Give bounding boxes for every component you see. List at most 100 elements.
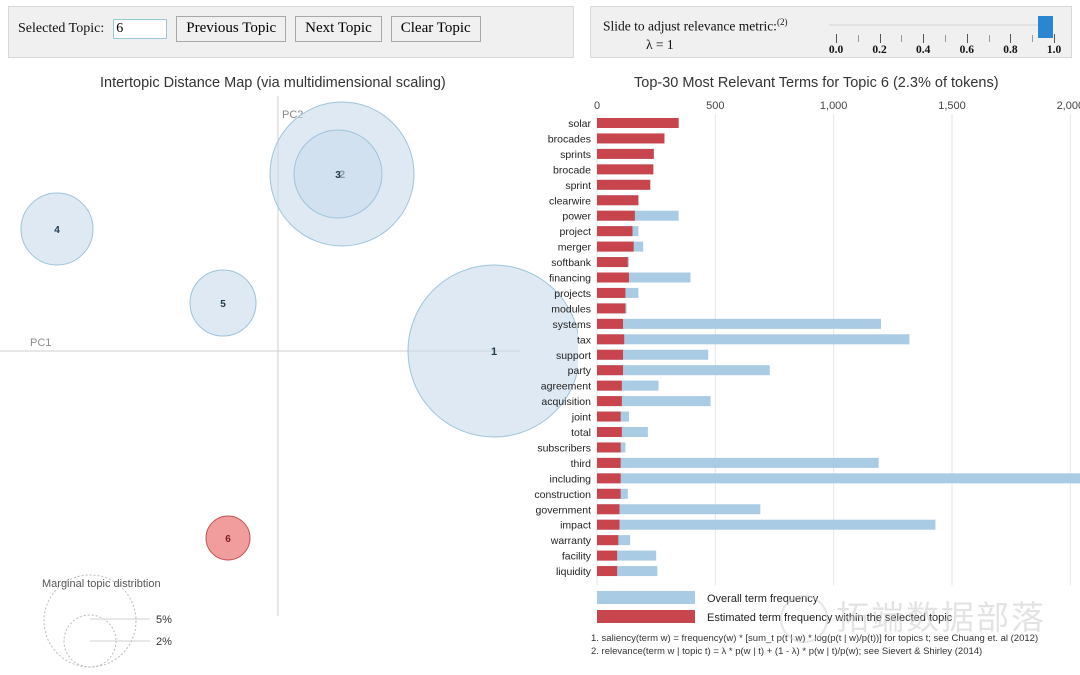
term-label[interactable]: total [571,427,591,439]
barchart-row[interactable]: tax [577,334,910,346]
term-label[interactable]: brocade [553,164,591,176]
topic-frequency-bar[interactable] [597,473,621,484]
barchart-row[interactable]: total [571,427,648,439]
slider-handle[interactable] [1038,16,1053,38]
topic-frequency-bar[interactable] [597,411,621,422]
overall-frequency-bar[interactable] [597,334,910,345]
topic-frequency-bar[interactable] [597,566,618,577]
barchart-row[interactable]: modules [551,303,627,315]
term-label[interactable]: impact [560,520,591,532]
barchart-row[interactable]: sprints [560,148,654,161]
topic-frequency-bar[interactable] [597,179,651,190]
barchart-row[interactable]: third [571,457,879,470]
term-label[interactable]: merger [558,242,592,254]
topic-frequency-bar[interactable] [597,133,665,144]
barchart-row[interactable]: financing [549,272,691,285]
barchart-row[interactable]: project [559,226,639,238]
barchart-row[interactable]: subscribers [537,442,626,454]
topic-frequency-bar[interactable] [597,349,624,360]
term-label[interactable]: tax [577,334,592,346]
topic-frequency-bar[interactable] [597,118,679,128]
overall-frequency-bar[interactable] [597,318,881,329]
topic-frequency-bar[interactable] [597,226,633,237]
intertopic-distance-map[interactable]: PC1PC2123456Marginal topic distribtion2%… [0,96,578,674]
term-label[interactable]: government [536,504,592,516]
term-label[interactable]: brocades [548,133,591,145]
topic-frequency-bar[interactable] [597,442,621,453]
barchart-row[interactable]: sprint [565,179,651,192]
topic-frequency-bar[interactable] [597,519,620,530]
barchart-row[interactable]: systems [552,318,881,331]
topic-circle-6[interactable]: 6 [205,515,251,561]
term-label[interactable]: third [571,458,592,470]
topic-frequency-bar[interactable] [597,396,622,407]
topic-frequency-bar[interactable] [597,488,621,499]
term-label[interactable]: liquidity [556,566,592,578]
topic-frequency-bar[interactable] [597,195,639,206]
term-label[interactable]: sprint [565,180,591,192]
term-label[interactable]: including [550,473,592,485]
topic-frequency-bar[interactable] [597,164,654,175]
barchart-row[interactable]: brocade [553,164,654,176]
topic-frequency-bar[interactable] [597,287,626,298]
topic-circle-5[interactable]: 5 [189,269,257,337]
term-label[interactable]: acquisition [541,396,591,408]
slider-track[interactable] [829,24,1047,26]
barchart-row[interactable]: warranty [550,535,631,547]
barchart-row[interactable]: projects [554,287,639,300]
top-terms-barchart[interactable]: 0 500 1,000 1,500 2,000 solar brocades sprints b… [520,96,1080,674]
previous-topic-button[interactable]: Previous Topic [176,16,287,42]
topic-frequency-bar[interactable] [597,334,625,345]
term-label[interactable]: solar [568,118,591,130]
barchart-row[interactable]: liquidity [556,566,658,578]
topic-frequency-bar[interactable] [597,380,622,391]
barchart-row[interactable]: support [556,349,709,362]
overall-frequency-bar[interactable] [597,457,879,468]
topic-frequency-bar[interactable] [597,318,624,329]
barchart-row[interactable]: acquisition [541,396,711,408]
term-label[interactable]: warranty [550,535,592,547]
clear-topic-button[interactable]: Clear Topic [390,16,481,42]
overall-frequency-bar[interactable] [597,473,1080,484]
barchart-row[interactable]: including [550,473,1080,485]
selected-topic-input[interactable] [113,18,168,39]
term-label[interactable]: modules [551,303,591,315]
topic-frequency-bar[interactable] [597,550,618,561]
barchart-row[interactable]: power [562,210,679,223]
topic-circle-4[interactable]: 4 [20,192,94,266]
term-label[interactable]: party [568,365,592,377]
barchart-row[interactable]: joint [571,411,629,424]
term-label[interactable]: projects [554,288,591,300]
topic-frequency-bar[interactable] [597,457,621,468]
barchart-row[interactable]: government [536,504,761,516]
barchart-row[interactable]: party [568,365,770,377]
term-label[interactable]: support [556,350,591,362]
term-label[interactable]: project [559,226,591,238]
term-label[interactable]: power [562,211,591,223]
barchart-row[interactable]: impact [560,519,936,532]
term-label[interactable]: softbank [551,257,591,269]
topic-frequency-bar[interactable] [597,210,635,221]
next-topic-button[interactable]: Next Topic [295,16,382,42]
topic-frequency-bar[interactable] [597,303,626,314]
barchart-row[interactable]: brocades [548,133,665,145]
term-label[interactable]: construction [534,489,591,501]
barchart-row[interactable]: facility [562,550,657,563]
term-label[interactable]: financing [549,273,591,285]
term-label[interactable]: agreement [541,381,591,393]
relevance-slider[interactable]: 0.0 0.2 0.4 0.6 0.8 1.0 [829,16,1061,56]
term-label[interactable]: systems [552,319,591,331]
barchart-row[interactable]: solar [568,118,679,130]
topic-frequency-bar[interactable] [597,535,619,546]
topic-frequency-bar[interactable] [597,241,634,252]
topic-frequency-bar[interactable] [597,148,654,159]
topic-frequency-bar[interactable] [597,272,629,283]
topic-frequency-bar[interactable] [597,257,628,268]
topic-frequency-bar[interactable] [597,427,622,437]
barchart-row[interactable]: construction [534,488,628,501]
overall-frequency-bar[interactable] [597,519,936,530]
barchart-row[interactable]: merger [558,241,644,254]
term-label[interactable]: facility [562,551,592,563]
topic-frequency-bar[interactable] [597,365,624,376]
topic-frequency-bar[interactable] [597,504,620,515]
